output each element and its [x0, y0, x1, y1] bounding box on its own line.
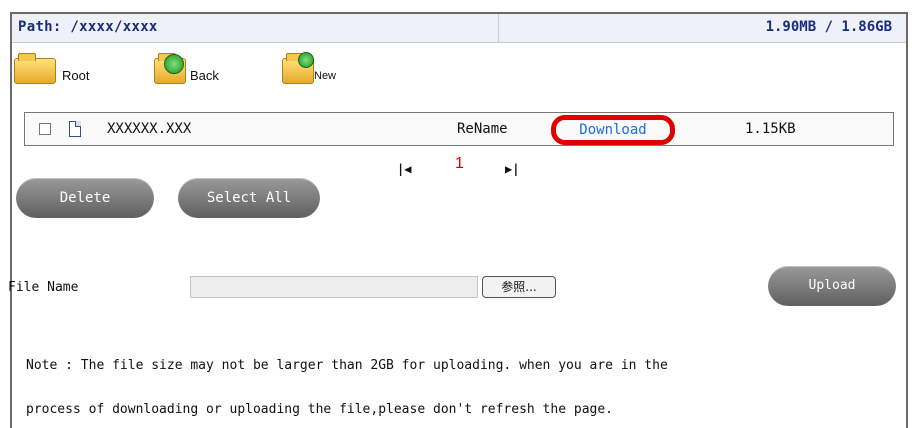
back-button[interactable]: Back	[154, 53, 234, 86]
browse-button[interactable]: 参照...	[482, 276, 556, 298]
file-path-input[interactable]	[190, 276, 478, 298]
file-name-label: File Name	[8, 280, 79, 295]
upload-button[interactable]: Upload	[768, 266, 896, 306]
root-folder-icon	[14, 53, 56, 84]
rename-link[interactable]: ReName	[457, 121, 508, 137]
back-label: Back	[190, 68, 219, 83]
storage-usage: 1.90MB / 1.86GB	[765, 19, 892, 35]
note-line-1: Note : The file size may not be larger t…	[26, 358, 668, 373]
file-row: XXXXXX.XXX ReName Download 1.15KB	[24, 112, 894, 146]
first-page-button[interactable]: |◀	[397, 162, 411, 176]
select-all-button[interactable]: Select All	[178, 178, 320, 218]
file-icon	[69, 121, 81, 137]
back-arrow-icon	[164, 54, 184, 74]
download-link[interactable]: Download	[551, 115, 675, 145]
path-header: Path: /xxxx/xxxx 1.90MB / 1.86GB	[12, 14, 906, 43]
file-size: 1.15KB	[745, 121, 796, 137]
path-text: Path: /xxxx/xxxx	[18, 19, 158, 35]
new-plus-icon	[298, 52, 314, 68]
file-checkbox[interactable]	[39, 123, 51, 135]
current-page[interactable]: 1	[455, 155, 464, 173]
delete-button[interactable]: Delete	[16, 178, 154, 218]
root-button[interactable]: Root	[14, 53, 89, 86]
new-folder-button[interactable]: New	[282, 52, 352, 86]
header-divider	[498, 14, 499, 42]
file-name[interactable]: XXXXXX.XXX	[107, 121, 191, 137]
last-page-button[interactable]: ▶|	[505, 162, 519, 176]
new-label: New	[314, 70, 337, 82]
root-label: Root	[62, 68, 90, 83]
note-line-2: process of downloading or uploading the …	[26, 402, 613, 417]
